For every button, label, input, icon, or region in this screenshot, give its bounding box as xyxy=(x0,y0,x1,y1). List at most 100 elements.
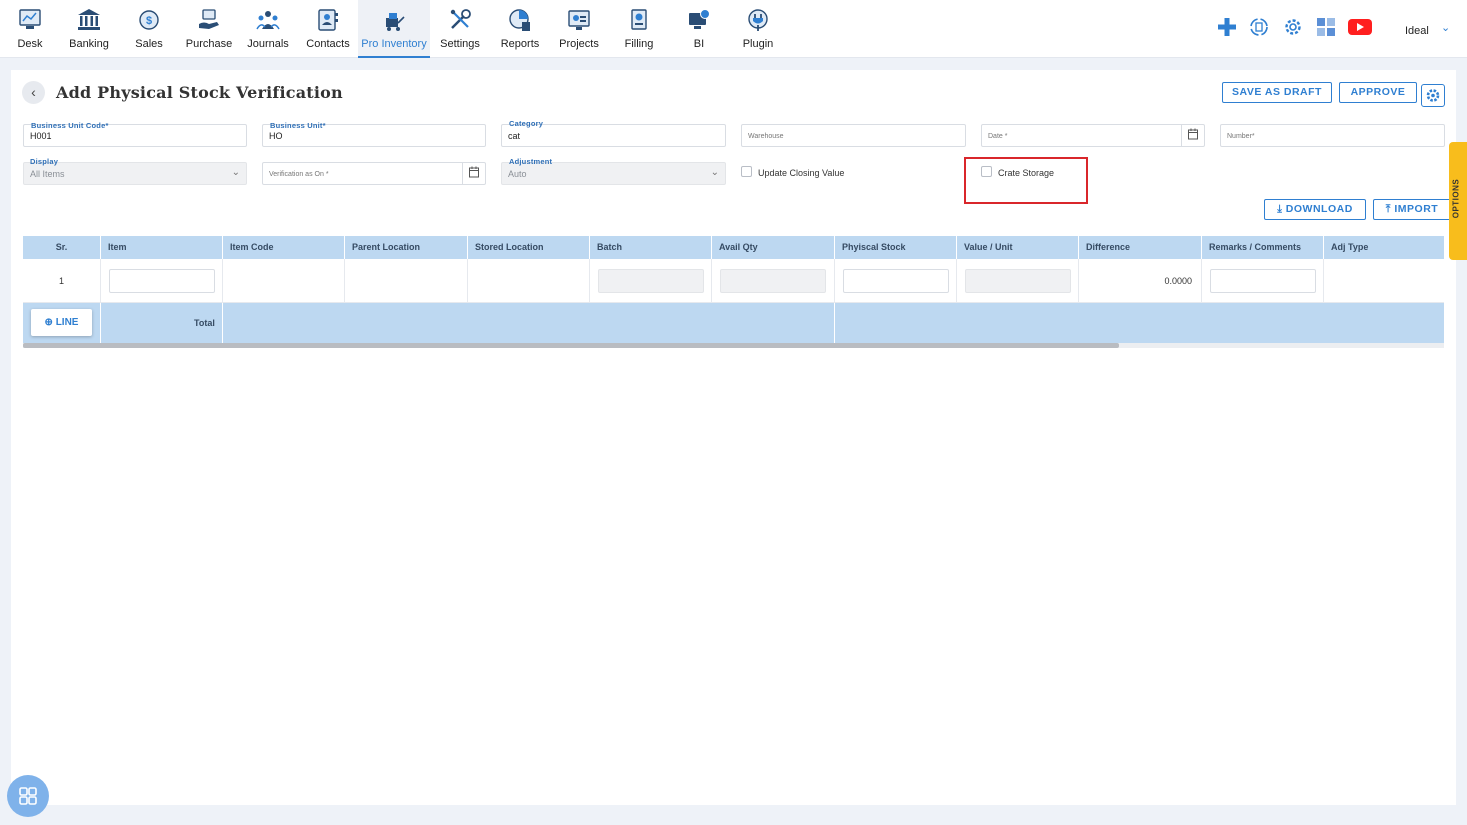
batch-input[interactable] xyxy=(598,269,704,293)
category-label: Category xyxy=(509,119,544,128)
cell-sr: 1 xyxy=(58,276,64,286)
display-value: All Items xyxy=(30,169,65,179)
update-closing-value-checkbox[interactable] xyxy=(741,166,752,177)
business-unit-code-label: Business Unit Code* xyxy=(31,121,109,130)
calendar-icon xyxy=(469,166,479,178)
horizontal-scrollbar[interactable] xyxy=(23,343,1444,348)
cell-stored-location xyxy=(467,259,589,303)
remarks-input[interactable] xyxy=(1210,269,1316,293)
nav-journals[interactable]: Journals xyxy=(244,0,292,58)
col-sr: Sr. xyxy=(55,242,68,252)
footer-cell-right xyxy=(834,303,1444,343)
add-line-button[interactable]: ⊕ LINE xyxy=(31,309,92,336)
apps-grid-icon xyxy=(19,787,37,805)
nav-bi-label: BI xyxy=(693,38,705,50)
settings-button[interactable] xyxy=(1421,84,1445,107)
category-value: cat xyxy=(508,131,521,141)
top-navigation: Desk Banking $ Sales Purchase Journals C… xyxy=(0,0,1467,58)
nav-reports[interactable]: Reports xyxy=(498,0,542,58)
cell-batch xyxy=(589,259,711,303)
nav-settings[interactable]: Settings xyxy=(438,0,482,58)
date-field[interactable]: Date * xyxy=(981,124,1205,147)
date-calendar-button[interactable] xyxy=(1181,125,1204,146)
purchase-icon xyxy=(199,9,219,29)
user-name[interactable]: Ideal xyxy=(1405,25,1429,37)
value-unit-input xyxy=(965,269,1071,293)
pro-inventory-icon xyxy=(386,13,405,31)
calendar-icon xyxy=(1188,128,1198,140)
table-footer: ⊕ LINE Total xyxy=(23,303,1444,343)
plus-icon[interactable] xyxy=(1216,16,1238,38)
business-unit-label: Business Unit* xyxy=(270,121,326,130)
business-unit-code-value: H001 xyxy=(30,131,52,141)
item-input[interactable] xyxy=(109,269,215,293)
col-stored-location: Stored Location xyxy=(467,236,589,259)
warehouse-field[interactable]: Warehouse xyxy=(741,124,966,147)
verification-calendar-button[interactable] xyxy=(462,163,485,184)
nav-purchase[interactable]: Purchase xyxy=(182,0,236,58)
adjustment-label: Adjustment xyxy=(509,157,553,166)
col-item-code: Item Code xyxy=(222,236,344,259)
number-field[interactable]: Number* xyxy=(1220,124,1445,147)
col-physical-stock: Phyiscal Stock xyxy=(834,236,956,259)
nav-plugin[interactable]: Plugin xyxy=(738,0,778,58)
contacts-icon xyxy=(318,9,338,31)
cell-parent-location xyxy=(344,259,467,303)
cell-difference: 0.0000 xyxy=(1078,259,1201,303)
footer-cell-mid xyxy=(222,303,834,343)
verification-as-on-placeholder: Verification as On * xyxy=(269,171,329,178)
nav-filling[interactable]: Filling xyxy=(618,0,660,58)
nav-contacts[interactable]: Contacts xyxy=(304,0,352,58)
update-closing-value-label: Update Closing Value xyxy=(758,168,845,178)
apps-floating-button[interactable] xyxy=(7,775,49,817)
cell-physical-stock xyxy=(834,259,956,303)
business-unit-value: HO xyxy=(269,131,283,141)
download-button[interactable]: ⤓ DOWNLOAD xyxy=(1264,199,1366,220)
col-parent-location: Parent Location xyxy=(344,236,467,259)
nav-projects[interactable]: Projects xyxy=(556,0,602,58)
bank-icon xyxy=(78,9,100,30)
chevron-down-icon[interactable]: ⌄ xyxy=(1441,21,1450,34)
adjustment-value: Auto xyxy=(508,169,527,179)
save-as-draft-button[interactable]: SAVE AS DRAFT xyxy=(1222,82,1332,103)
back-button[interactable]: ‹ xyxy=(22,81,45,104)
download-icon: ⤓ xyxy=(1277,203,1283,215)
cell-remarks xyxy=(1201,259,1323,303)
svg-text:$: $ xyxy=(146,15,152,27)
apps-grid-icon[interactable] xyxy=(1315,16,1337,38)
options-tab[interactable]: OPTIONS xyxy=(1449,142,1467,260)
scrollbar-thumb[interactable] xyxy=(23,343,1119,348)
gear-icon xyxy=(1426,89,1440,102)
bi-icon xyxy=(689,9,710,29)
nav-sales[interactable]: $ Sales xyxy=(130,0,168,58)
cell-avail-qty xyxy=(711,259,834,303)
options-tab-label: OPTIONS xyxy=(1451,178,1461,219)
table-row: 1 0.0000 xyxy=(23,259,1444,303)
nav-plugin-label: Plugin xyxy=(742,38,774,50)
import-button[interactable]: ⤒ IMPORT xyxy=(1373,199,1451,220)
nav-reports-label: Reports xyxy=(500,38,540,50)
chevron-left-icon: ‹ xyxy=(31,84,36,100)
gear-icon[interactable] xyxy=(1282,16,1304,38)
projects-icon xyxy=(568,10,590,30)
total-label: Total xyxy=(194,318,215,328)
footer-cell-total: Total xyxy=(100,303,222,343)
youtube-icon[interactable] xyxy=(1347,16,1373,38)
nav-banking-label: Banking xyxy=(69,38,109,50)
table-header: Sr. Item Item Code Parent Location Store… xyxy=(23,236,1444,259)
reports-icon xyxy=(509,9,530,31)
nav-banking[interactable]: Banking xyxy=(64,0,114,58)
physical-stock-input[interactable] xyxy=(843,269,949,293)
approve-button[interactable]: APPROVE xyxy=(1339,82,1417,103)
cell-item-code xyxy=(222,259,344,303)
verification-as-on-field[interactable]: Verification as On * xyxy=(262,162,486,185)
page-title: Add Physical Stock Verification xyxy=(56,83,343,102)
col-value-unit: Value / Unit xyxy=(956,236,1078,259)
nav-pro-inventory[interactable]: Pro Inventory xyxy=(358,0,430,58)
col-adj-type: Adj Type xyxy=(1323,236,1444,259)
number-placeholder: Number* xyxy=(1227,133,1255,140)
filling-icon xyxy=(631,9,647,30)
nav-bi[interactable]: BI xyxy=(684,0,714,58)
nav-desk[interactable]: Desk xyxy=(10,0,50,58)
sync-icon[interactable] xyxy=(1248,16,1270,38)
